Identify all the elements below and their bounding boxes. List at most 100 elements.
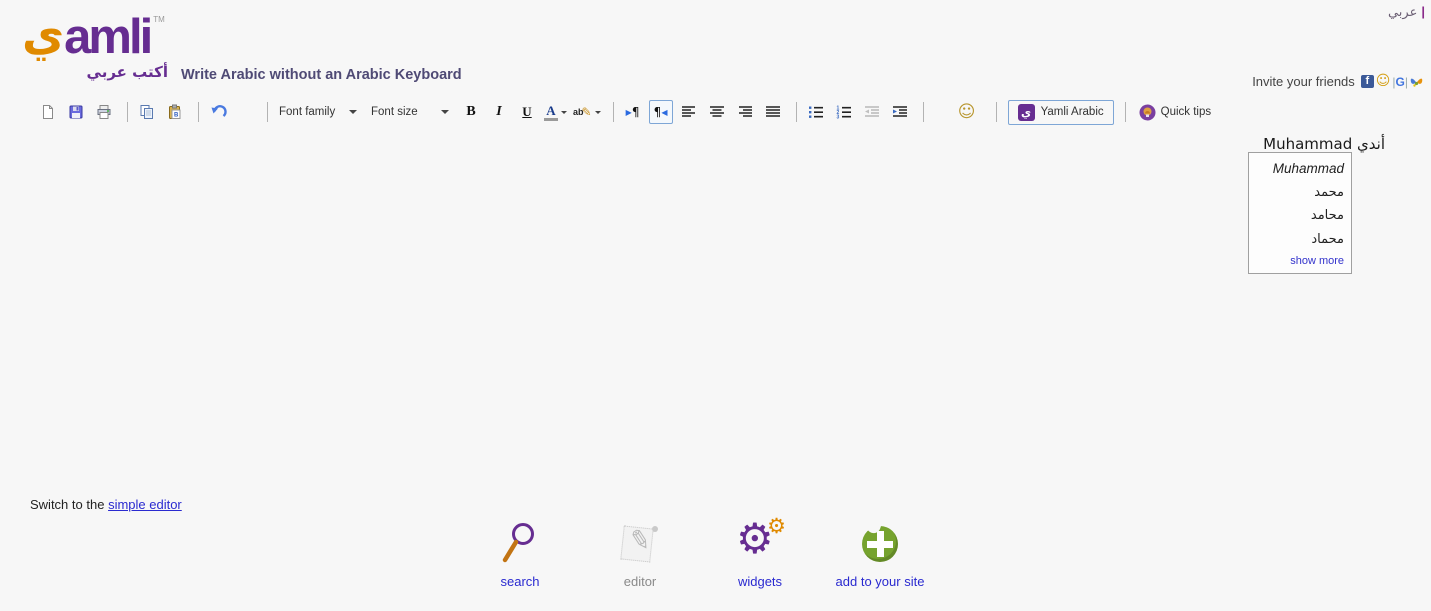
quick-tips-button[interactable]: Quick tips bbox=[1139, 104, 1211, 121]
footer-nav-widgets[interactable]: ⚙ ⚙ widgets bbox=[700, 514, 820, 590]
logo-ya-glyph: ي bbox=[22, 7, 65, 61]
suggestion-item[interactable]: محماد bbox=[1249, 229, 1351, 253]
align-right-button[interactable] bbox=[733, 100, 757, 124]
editor-content-line[interactable]: Muhammad أندي bbox=[1263, 135, 1385, 153]
toolbar-separator bbox=[1124, 102, 1126, 122]
toolbar-separator bbox=[795, 102, 797, 122]
undo-button[interactable] bbox=[206, 100, 230, 124]
align-center-icon bbox=[709, 106, 724, 117]
underline-button[interactable]: U bbox=[515, 100, 539, 124]
emoticon-button[interactable]: ☺ bbox=[955, 100, 979, 124]
yamli-editor-page: عربي | ي amli TM أكتب عربي Write Arabic w… bbox=[0, 0, 1431, 611]
ltr-icon: ▶ ¶ bbox=[625, 105, 640, 119]
numbered-list-button[interactable]: 1 2 3 bbox=[832, 100, 856, 124]
page-tagline: Write Arabic without an Arabic Keyboard bbox=[181, 67, 462, 83]
logo-wordmark: amli bbox=[64, 10, 153, 64]
pen-icon: ✎ bbox=[581, 105, 592, 119]
toolbar-separator bbox=[127, 102, 128, 122]
justify-icon bbox=[765, 106, 780, 117]
suggestion-item[interactable]: Muhammad bbox=[1249, 157, 1351, 182]
font-color-button[interactable]: A bbox=[543, 100, 568, 124]
svg-text:3: 3 bbox=[836, 115, 839, 120]
outdent-icon bbox=[864, 106, 879, 117]
footer-nav-add-to-site[interactable]: add to your site bbox=[820, 518, 940, 589]
chevron-down-icon bbox=[561, 110, 567, 114]
italic-button[interactable]: I bbox=[487, 100, 511, 124]
rich-text-editor-surface[interactable]: Muhammad أندي Muhammad محمد محامد محماد … bbox=[0, 130, 1431, 490]
editor-word-arabic: أندي bbox=[1357, 135, 1385, 153]
rtl-direction-button[interactable]: ¶ ◀ bbox=[648, 100, 673, 124]
suggestion-item[interactable]: محامد bbox=[1249, 205, 1351, 229]
chevron-down-icon bbox=[594, 110, 601, 114]
bullet-list-icon bbox=[808, 106, 823, 118]
font-color-icon: A bbox=[544, 104, 558, 121]
toolbar-separator bbox=[198, 102, 199, 122]
social-icons: f ☺ |G| bbox=[1360, 74, 1423, 89]
bold-button[interactable]: B bbox=[459, 100, 483, 124]
indent-button[interactable] bbox=[888, 100, 912, 124]
save-icon bbox=[69, 105, 83, 119]
suggestion-item[interactable]: محمد bbox=[1249, 182, 1351, 206]
svg-text:B: B bbox=[174, 113, 179, 119]
paste-icon: B bbox=[169, 104, 181, 119]
facebook-icon[interactable]: f bbox=[1360, 75, 1374, 88]
chevron-down-icon bbox=[349, 110, 357, 114]
footer-nav: search ✎ editor ⚙ ⚙ widgets add to your … bbox=[460, 514, 940, 590]
yamli-logo[interactable]: ي amli TM أكتب عربي bbox=[22, 7, 172, 81]
lightbulb-icon bbox=[1139, 104, 1156, 120]
highlight-color-button[interactable]: ab ✎ bbox=[572, 100, 602, 124]
google-icon[interactable]: |G| bbox=[1392, 75, 1408, 89]
footer-nav-add-to-site-label: add to your site bbox=[835, 574, 925, 589]
editor-toolbar: B Font family Font size B I U A ab ✎ ▶ ¶… bbox=[36, 96, 1211, 128]
yamli-button-label: Yamli Arabic bbox=[1040, 106, 1104, 118]
align-left-icon bbox=[681, 106, 695, 117]
language-link-arabic[interactable]: عربي bbox=[1388, 5, 1417, 20]
print-icon bbox=[97, 105, 111, 119]
font-size-select[interactable]: Font size bbox=[367, 101, 453, 123]
add-to-site-icon bbox=[862, 521, 898, 562]
toolbar-separator bbox=[995, 102, 997, 122]
print-button[interactable] bbox=[92, 100, 116, 124]
new-document-icon bbox=[43, 105, 53, 119]
toolbar-separator bbox=[267, 102, 268, 122]
switch-editor-prefix: Switch to the bbox=[30, 497, 105, 512]
yamli-icon: ي bbox=[1017, 103, 1035, 121]
invite-friends: Invite your friends f ☺ |G| bbox=[1252, 74, 1423, 89]
smiley-icon: ☺ bbox=[957, 101, 976, 122]
yahoo-icon[interactable]: ☺ bbox=[1376, 74, 1391, 88]
footer-nav-editor: ✎ editor bbox=[580, 518, 700, 589]
widgets-gears-icon: ⚙ ⚙ bbox=[736, 514, 786, 563]
outdent-button bbox=[860, 100, 884, 124]
bullet-list-button[interactable] bbox=[804, 100, 828, 124]
footer-nav-widgets-label: widgets bbox=[737, 574, 783, 589]
numbered-list-icon: 1 2 3 bbox=[836, 106, 851, 120]
footer-nav-search[interactable]: search bbox=[460, 518, 580, 589]
invite-friends-label: Invite your friends bbox=[1252, 74, 1355, 89]
copy-button[interactable] bbox=[135, 100, 159, 124]
font-family-label: Font family bbox=[279, 106, 336, 118]
trademark-label: TM bbox=[153, 15, 165, 24]
save-button[interactable] bbox=[64, 100, 88, 124]
new-document-button[interactable] bbox=[36, 100, 60, 124]
font-size-label: Font size bbox=[371, 106, 418, 118]
align-left-button[interactable] bbox=[677, 100, 701, 124]
align-right-icon bbox=[738, 106, 752, 117]
yamli-arabic-toggle-button[interactable]: ي Yamli Arabic bbox=[1007, 99, 1114, 125]
ltr-direction-button[interactable]: ▶ ¶ bbox=[621, 100, 645, 124]
indent-icon bbox=[892, 106, 907, 117]
show-more-link[interactable]: show more bbox=[1249, 253, 1351, 270]
search-icon bbox=[502, 523, 534, 563]
language-switcher[interactable]: عربي | bbox=[1388, 4, 1425, 20]
msn-icon[interactable] bbox=[1410, 75, 1423, 88]
toolbar-separator bbox=[612, 102, 614, 122]
switch-editor-line: Switch to the simple editor bbox=[30, 497, 182, 512]
align-center-button[interactable] bbox=[705, 100, 729, 124]
font-family-select[interactable]: Font family bbox=[275, 101, 361, 123]
paste-button[interactable]: B bbox=[163, 100, 187, 124]
footer-nav-search-label: search bbox=[500, 574, 540, 589]
simple-editor-link[interactable]: simple editor bbox=[108, 497, 182, 512]
justify-button[interactable] bbox=[761, 100, 785, 124]
transliteration-suggestions-dropdown: Muhammad محمد محامد محماد show more bbox=[1248, 152, 1352, 275]
footer-nav-editor-label: editor bbox=[623, 574, 657, 589]
editor-icon: ✎ bbox=[620, 524, 660, 564]
